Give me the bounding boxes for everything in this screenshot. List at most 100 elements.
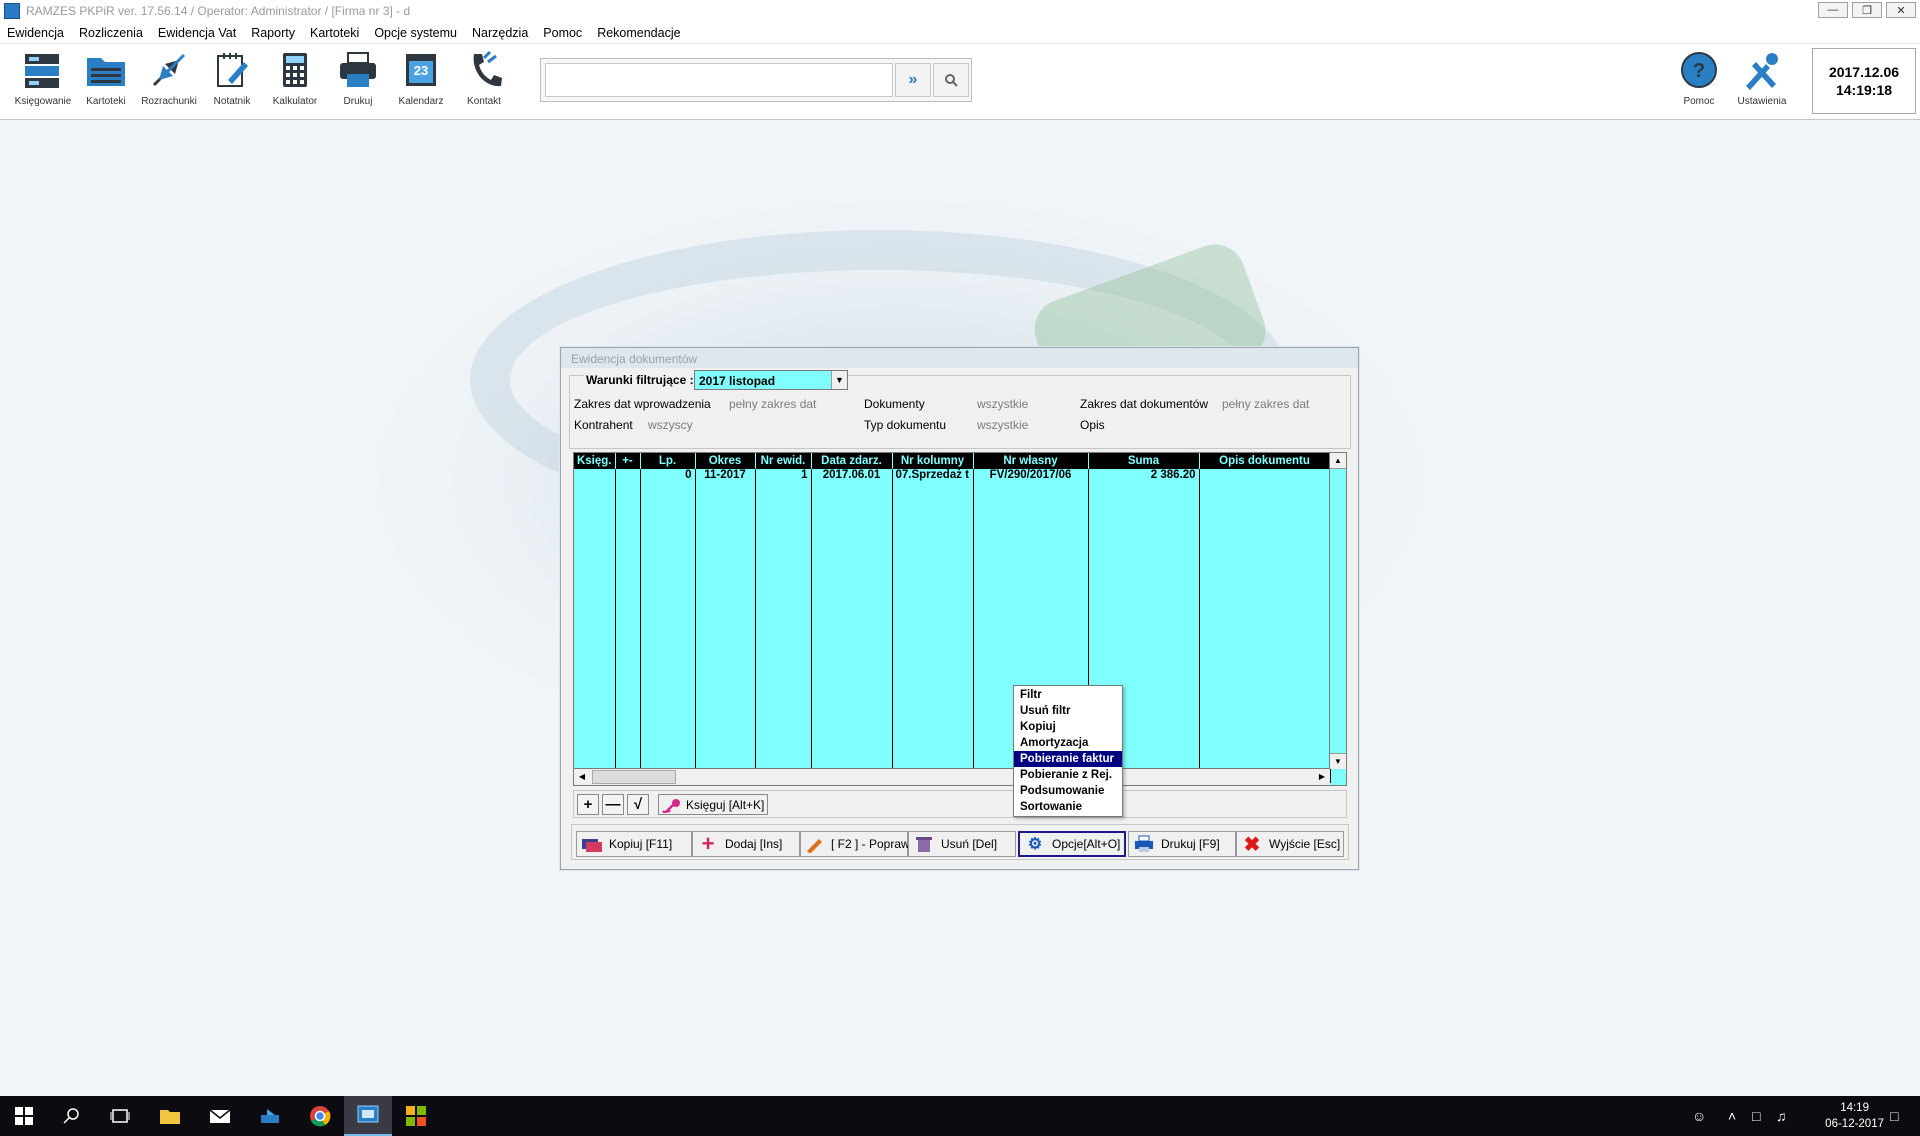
cell-nr-ewid: 1 (755, 469, 812, 485)
drukuj-button[interactable]: Drukuj [F9] (1128, 831, 1236, 857)
search-go-button[interactable]: » (895, 63, 931, 97)
typ-dokumentu-value: wszystkie (977, 418, 1029, 432)
col-ksieg[interactable]: Księg. (574, 453, 616, 469)
taskbar-clock[interactable]: 14:19 06-12-2017 (1825, 1100, 1884, 1132)
col-nr-wlasny[interactable]: Nr własny (973, 453, 1089, 469)
notification-icon[interactable]: □ (1890, 1108, 1898, 1124)
col-plus-minus[interactable]: +- (615, 453, 641, 469)
rozrachunki-button[interactable]: Rozrachunki (138, 50, 200, 116)
maximize-button[interactable]: ❐ (1852, 2, 1882, 18)
menu-rozliczenia[interactable]: Rozliczenia (79, 26, 143, 40)
file-explorer-icon (160, 1110, 180, 1124)
menu-item-amortyzacja[interactable]: Amortyzacja (1014, 735, 1122, 751)
remove-row-button[interactable]: — (602, 794, 624, 815)
menu-item-kopiuj[interactable]: Kopiuj (1014, 719, 1122, 735)
wyjscie-label: Wyjście [Esc] (1269, 837, 1341, 851)
col-nr-kolumny[interactable]: Nr kolumny (892, 453, 974, 469)
menu-raporty[interactable]: Raporty (251, 26, 295, 40)
zakres-dat-wprowadzenia-label: Zakres dat wprowadzenia (574, 397, 711, 411)
menu-item-podsumowanie[interactable]: Podsumowanie (1014, 783, 1122, 799)
taskbar-tiles[interactable] (392, 1096, 440, 1136)
vertical-scrollbar[interactable]: ▲ ▼ (1329, 453, 1346, 769)
period-select[interactable]: 2017 listopad ▼ (694, 370, 848, 390)
cell-ksieg (574, 469, 616, 485)
close-button[interactable]: ✕ (1886, 2, 1916, 18)
menu-narzedzia[interactable]: Narzędzia (472, 26, 528, 40)
help-icon: ? (1677, 50, 1721, 90)
search-options-button[interactable] (933, 63, 969, 97)
popraw-button[interactable]: [ F2 ] - Popraw (800, 831, 910, 857)
menu-pomoc[interactable]: Pomoc (543, 26, 582, 40)
clock-time: 14:19:18 (1835, 82, 1893, 98)
taskbar-time: 14:19 (1840, 1102, 1869, 1114)
col-okres[interactable]: Okres (695, 453, 756, 469)
search-taskbar-button[interactable] (48, 1096, 96, 1136)
volume-icon[interactable]: ♫ (1776, 1108, 1787, 1124)
ksieguj-button[interactable]: Księguj [Alt+K] (658, 794, 769, 815)
start-button[interactable] (0, 1096, 48, 1136)
search-input[interactable] (545, 63, 893, 97)
taskbar-app[interactable] (246, 1096, 294, 1136)
menu-item-sortowanie[interactable]: Sortowanie (1014, 799, 1122, 815)
confirm-row-button[interactable]: √ (627, 794, 649, 815)
col-nr-ewid[interactable]: Nr ewid. (755, 453, 812, 469)
taskbar-chrome[interactable] (296, 1096, 344, 1136)
scroll-right-icon[interactable]: ▶ (1314, 769, 1330, 785)
printer-icon (336, 50, 380, 90)
phone-icon (462, 50, 506, 90)
people-icon[interactable]: ☺ (1692, 1108, 1706, 1124)
scroll-thumb[interactable] (592, 770, 676, 784)
menu-item-pobieranie-z-rej[interactable]: Pobieranie z Rej. (1014, 767, 1122, 783)
col-opis-dokumentu[interactable]: Opis dokumentu (1199, 453, 1331, 469)
notatnik-button[interactable]: Notatnik (201, 50, 263, 116)
menu-item-pobieranie-faktur[interactable]: Pobieranie faktur (1014, 751, 1122, 767)
scroll-up-icon[interactable]: ▲ (1330, 453, 1346, 469)
ksiegowanie-button[interactable]: Księgowanie (12, 50, 74, 116)
table-row[interactable]: 0 11-2017 1 2017.06.01 07.Sprzedaż t FV/… (574, 469, 1331, 485)
folder-icon (84, 50, 128, 90)
add-row-button[interactable]: + (577, 794, 599, 815)
menu-opcje-systemu[interactable]: Opcje systemu (374, 26, 457, 40)
scroll-down-icon[interactable]: ▼ (1330, 753, 1346, 769)
kalendarz-button[interactable]: 23 Kalendarz (390, 50, 452, 116)
main-toolbar: Księgowanie Kartoteki Rozrachunki Notatn… (0, 44, 1920, 120)
kontakt-button[interactable]: Kontakt (453, 50, 515, 116)
col-suma[interactable]: Suma (1088, 453, 1200, 469)
cell-okres: 11-2017 (695, 469, 756, 485)
kartoteki-button[interactable]: Kartoteki (75, 50, 137, 116)
plus-icon: + (701, 831, 715, 856)
filter-label: Warunki filtrujące : (584, 373, 696, 387)
row-actions-toolbar: + — √ Księguj [Alt+K] (573, 790, 1347, 818)
ustawienia-button[interactable]: Ustawienia (1731, 50, 1793, 116)
opcje-button[interactable]: ⚙ Opcje[Alt+O] (1018, 831, 1126, 857)
network-icon[interactable]: □ (1752, 1108, 1760, 1124)
taskbar-explorer[interactable] (146, 1096, 194, 1136)
task-view-button[interactable] (96, 1096, 144, 1136)
usun-button[interactable]: Usuń [Del] (908, 831, 1016, 857)
clock-panel: 2017.12.06 14:19:18 (1812, 48, 1916, 114)
menu-kartoteki[interactable]: Kartoteki (310, 26, 359, 40)
col-data-zdarz[interactable]: Data zdarz. (811, 453, 893, 469)
menu-item-usun-filtr[interactable]: Usuń filtr (1014, 703, 1122, 719)
taskbar-mail[interactable] (196, 1096, 244, 1136)
dropdown-arrow-icon: ▼ (831, 371, 847, 389)
scroll-left-icon[interactable]: ◀ (574, 769, 590, 785)
taskbar-ramzes[interactable] (344, 1096, 392, 1136)
dodaj-button[interactable]: + Dodaj [Ins] (692, 831, 800, 857)
menu-rekomendacje[interactable]: Rekomendacje (597, 26, 680, 40)
menu-ewidencja-vat[interactable]: Ewidencja Vat (158, 26, 236, 40)
horizontal-scrollbar[interactable]: ◀ ▶ (574, 768, 1330, 785)
notatnik-label: Notatnik (213, 96, 251, 107)
pomoc-button[interactable]: ? Pomoc (1668, 50, 1730, 116)
col-lp[interactable]: Lp. (640, 453, 696, 469)
wyjscie-button[interactable]: ✖ Wyjście [Esc] (1236, 831, 1344, 857)
ramzes-icon (357, 1105, 379, 1123)
trash-icon (913, 835, 935, 853)
minimize-button[interactable]: — (1818, 2, 1848, 18)
menu-ewidencja[interactable]: Ewidencja (7, 26, 64, 40)
menu-item-filtr[interactable]: Filtr (1014, 687, 1122, 703)
kalkulator-button[interactable]: Kalkulator (264, 50, 326, 116)
kopiuj-button[interactable]: Kopiuj [F11] (576, 831, 692, 857)
drukuj-toolbar-button[interactable]: Drukuj (327, 50, 389, 116)
chevron-up-icon[interactable]: ˄ (1728, 1108, 1736, 1124)
